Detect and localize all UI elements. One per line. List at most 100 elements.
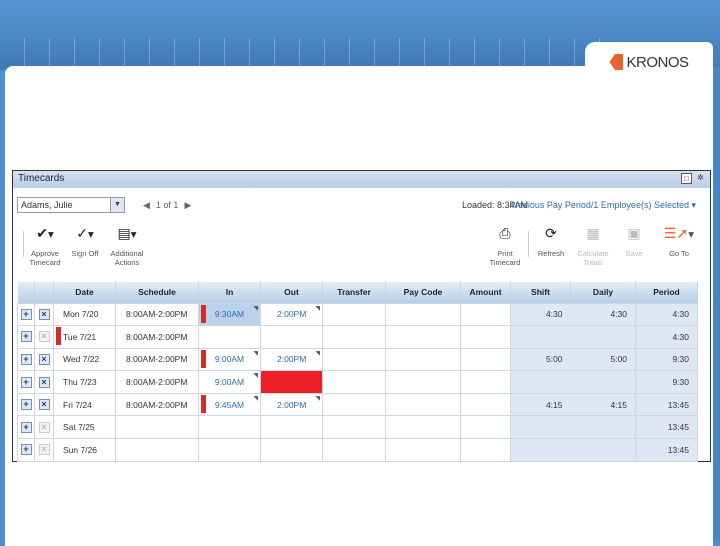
out-punch-cell[interactable] [260,370,323,394]
add-row-icon[interactable]: + [20,444,32,456]
column-header[interactable]: Period [635,282,698,303]
transfer-cell[interactable] [322,325,386,349]
add-row-icon[interactable]: + [20,331,32,343]
date-cell[interactable]: Sun 7/26 [53,438,116,462]
table-row[interactable]: + × Sat 7/25 13:45 [17,415,698,440]
column-header[interactable]: Pay Code [385,282,461,303]
next-page-icon[interactable]: ▶ [184,200,191,211]
chevron-down-icon[interactable]: ▼ [110,198,124,212]
delete-row-icon[interactable]: × [38,353,50,365]
amount-cell[interactable] [460,392,511,417]
column-header[interactable] [17,282,35,303]
schedule-cell[interactable]: 8:00AM-2:00PM [115,392,199,417]
in-punch-cell[interactable]: 9:45AM ◥ [198,392,261,417]
date: Tue 7/21 [63,331,97,342]
in-punch-cell[interactable]: 9:00AM ◥ [198,370,261,394]
date-cell[interactable]: Wed 7/22 [53,347,116,372]
transfer-cell[interactable] [322,438,386,462]
transfer-cell[interactable] [322,302,386,327]
pay-code-cell[interactable] [385,370,461,394]
out-punch-cell[interactable] [260,325,323,349]
pay-code-cell[interactable] [385,438,461,462]
in-punch-cell[interactable] [198,325,261,349]
column-header[interactable]: Schedule [115,282,199,303]
out-punch-cell[interactable]: 2:00PM ◥ [260,302,323,327]
go-to-button[interactable]: ☰➚▾ Go To [661,226,697,258]
shift-total: 4:15 [510,392,571,417]
schedule-cell[interactable]: 8:00AM-2:00PM [115,347,199,372]
transfer-cell[interactable] [322,392,386,417]
column-header[interactable]: Transfer [322,282,386,303]
table-row[interactable]: + × Tue 7/21 8:00AM-2:00PM 4:30 [17,325,698,349]
column-header[interactable]: In [198,282,261,303]
delete-row-icon[interactable]: × [38,376,50,388]
table-row[interactable]: + × Thu 7/23 8:00AM-2:00PM 9:00AM ◥ 9:30 [17,370,698,394]
schedule-cell[interactable] [115,415,199,440]
amount-cell[interactable] [460,347,511,372]
prev-page-icon[interactable]: ◀ [143,200,150,211]
table-row[interactable]: + × Fri 7/24 8:00AM-2:00PM 9:45AM ◥ 2:00PM ◥ 4:1… [17,392,698,417]
amount-cell[interactable] [460,325,511,349]
daily: 4:15 [610,399,627,410]
settings-gear-icon[interactable]: ✲ [695,173,706,184]
amount-cell[interactable] [460,415,511,440]
add-row-icon[interactable]: + [20,421,32,433]
maximize-icon[interactable]: □ [681,173,692,184]
column-header[interactable] [34,282,54,303]
table-row[interactable]: + × Wed 7/22 8:00AM-2:00PM 9:00AM ◥ 2:00PM ◥ 5:0… [17,347,698,372]
print-timecard-button[interactable]: ⎙ Print Timecard [487,226,523,267]
date-cell[interactable]: Mon 7/20 [53,302,116,327]
delete-row-icon[interactable]: × [38,308,50,320]
out-punch-cell[interactable] [260,415,323,440]
column-header[interactable]: Date [53,282,116,303]
delete-row-icon[interactable]: × [38,399,50,411]
calculate-totals-button[interactable]: ▦ Calculate Totals [573,226,613,267]
save-button[interactable]: ▣ Save [619,226,649,258]
date-cell[interactable]: Tue 7/21 [53,325,116,349]
in-punch-cell[interactable]: 9:30AM ◥ [198,302,261,327]
in-punch-cell[interactable] [198,415,261,440]
date-cell[interactable]: Thu 7/23 [53,370,116,394]
delete-row-icon[interactable]: × [38,331,50,343]
sign-off-button[interactable]: ✓▾ Sign Off [67,226,103,258]
table-row[interactable]: + × Sun 7/26 13:45 [17,438,698,462]
additional-actions-button[interactable]: ▤▾ Additional Actions [107,226,147,267]
add-row-icon[interactable]: + [20,308,32,320]
add-row-icon[interactable]: + [20,399,32,411]
approve-timecard-button[interactable]: ✔▾ Approve Timecard [27,226,63,267]
period-selector[interactable]: Previous Pay Period/1 Employee(s) Select… [509,200,696,211]
schedule-cell[interactable]: 8:00AM-2:00PM [115,325,199,349]
delete-row-icon[interactable]: × [38,421,50,433]
column-header[interactable]: Shift [510,282,571,303]
delete-row-icon[interactable]: × [38,444,50,456]
in-punch-cell[interactable] [198,438,261,462]
add-row-icon[interactable]: + [20,353,32,365]
in-punch-cell[interactable]: 9:00AM ◥ [198,347,261,372]
out-punch-cell[interactable]: 2:00PM ◥ [260,347,323,372]
pay-code-cell[interactable] [385,415,461,440]
schedule-cell[interactable] [115,438,199,462]
schedule-cell[interactable]: 8:00AM-2:00PM [115,302,199,327]
out-punch-cell[interactable]: 2:00PM ◥ [260,392,323,417]
table-row[interactable]: + × Mon 7/20 8:00AM-2:00PM 9:30AM ◥ 2:00PM ◥ 4:3… [17,302,698,327]
schedule-cell[interactable]: 8:00AM-2:00PM [115,370,199,394]
transfer-cell[interactable] [322,370,386,394]
column-header[interactable]: Amount [460,282,511,303]
transfer-cell[interactable] [322,415,386,440]
add-row-icon[interactable]: + [20,376,32,388]
out-punch-cell[interactable] [260,438,323,462]
amount-cell[interactable] [460,370,511,394]
amount-cell[interactable] [460,438,511,462]
transfer-cell[interactable] [322,347,386,372]
pay-code-cell[interactable] [385,392,461,417]
column-header[interactable]: Out [260,282,323,303]
refresh-button[interactable]: ⟳ Refresh [533,226,569,258]
pay-code-cell[interactable] [385,347,461,372]
amount-cell[interactable] [460,302,511,327]
pay-code-cell[interactable] [385,325,461,349]
date-cell[interactable]: Sat 7/25 [53,415,116,440]
date-cell[interactable]: Fri 7/24 [53,392,116,417]
employee-select[interactable]: Adams, Julie ▼ [17,197,125,213]
column-header[interactable]: Daily [570,282,636,303]
pay-code-cell[interactable] [385,302,461,327]
